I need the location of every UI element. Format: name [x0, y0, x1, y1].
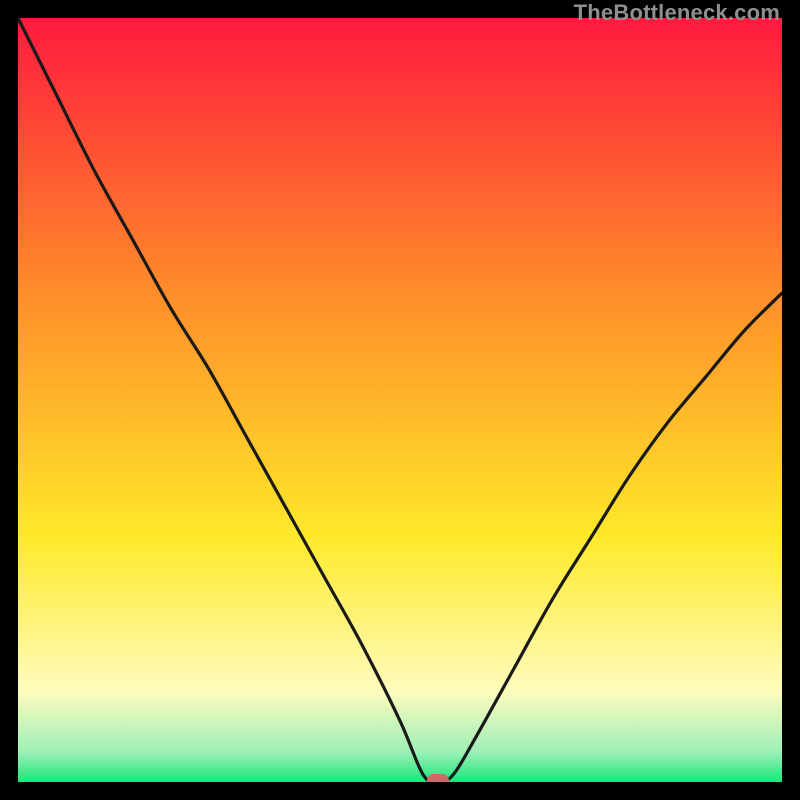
watermark-text: TheBottleneck.com: [574, 0, 780, 26]
chart-frame: TheBottleneck.com: [0, 0, 800, 800]
optimal-point-marker: [427, 774, 449, 782]
plot-area: [18, 18, 782, 782]
bottleneck-curve: [18, 18, 782, 782]
